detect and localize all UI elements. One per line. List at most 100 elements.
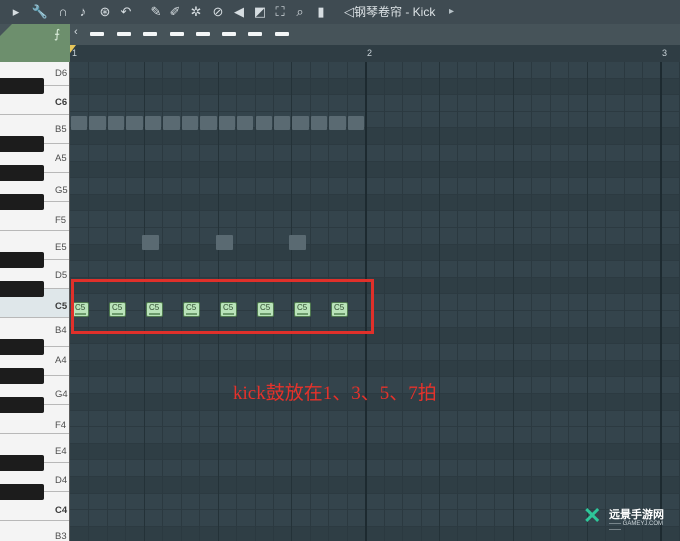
key-label: B3 (55, 531, 67, 541)
grid-line (457, 62, 459, 541)
black-key[interactable] (0, 484, 44, 501)
ruler-bar-number: 2 (367, 48, 373, 58)
pattern-dash[interactable] (196, 32, 210, 36)
grid-line (475, 62, 477, 541)
key-label: C5 (55, 301, 68, 312)
key-label: G5 (55, 185, 68, 196)
key-label: F5 (55, 215, 67, 226)
key-label: E4 (55, 446, 67, 457)
pattern-dash[interactable] (275, 32, 289, 36)
grid-line (420, 62, 422, 541)
title-menu-arrow-icon[interactable]: ▸ (449, 3, 454, 21)
pattern-dash[interactable] (117, 32, 131, 36)
black-key[interactable] (0, 165, 44, 182)
magnet-icon[interactable]: ∩ (54, 3, 72, 21)
watermark-title: 远景手游网 (609, 509, 664, 521)
key-label: B4 (55, 325, 67, 336)
black-key[interactable] (0, 368, 44, 385)
ghost-note (163, 116, 180, 130)
black-key[interactable] (0, 397, 44, 414)
ghost-note (141, 235, 159, 250)
ghost-note (89, 116, 106, 130)
ghost-note (292, 116, 309, 130)
magic-icon[interactable]: ✲ (187, 3, 205, 21)
undo-icon[interactable]: ↶ (117, 3, 135, 21)
pattern-dash[interactable] (170, 32, 184, 36)
mute-icon[interactable]: ◀ (230, 3, 248, 21)
select-icon[interactable]: ⛶ (271, 3, 289, 21)
grid-line (549, 62, 551, 541)
pattern-dash[interactable] (90, 32, 104, 36)
pattern-dash[interactable] (222, 32, 236, 36)
piano-keyboard[interactable]: D6 C6 B5 A5 G5 F5 E5 D5 C5 B4 A4 G4 F4 E4 D4 C4 B3 (0, 62, 70, 541)
toolbar: ▸ 🔧 ∩ ♪ ⊛ ↶ ✎ ✐ ✲ ⊘ ◀ ◩ ⛶ ⌕ ▮ ◁ (0, 0, 680, 25)
ghost-note (218, 116, 236, 130)
ghost-note (347, 116, 365, 130)
black-key[interactable] (0, 281, 44, 298)
pattern-dash[interactable] (248, 32, 262, 36)
key-label: C4 (55, 505, 68, 516)
grid-line (439, 62, 440, 541)
stop-circle-icon[interactable]: ⊛ (96, 3, 114, 21)
window-title: 钢琴卷帘 - Kick (354, 5, 436, 19)
grid-line (402, 62, 404, 541)
timeline-ruler[interactable]: 123 (70, 45, 680, 63)
zoom-icon[interactable]: ⌕ (291, 3, 309, 21)
grid-line (623, 62, 625, 541)
key-label: A4 (55, 355, 67, 366)
ghost-note (237, 116, 254, 130)
scroll-left-arrow-icon[interactable]: ‹ (74, 26, 78, 38)
black-key[interactable] (0, 252, 44, 269)
ghost-note (215, 235, 233, 250)
pencil-icon[interactable]: ✎ (147, 3, 165, 21)
ghost-note (289, 235, 307, 250)
key-label: D4 (55, 475, 68, 486)
black-key[interactable] (0, 78, 44, 95)
grid-line (383, 62, 385, 541)
pattern-dash[interactable] (143, 32, 157, 36)
ghost-note (126, 116, 143, 130)
grid-line (660, 62, 663, 541)
black-key[interactable] (0, 339, 44, 356)
key-label: E5 (55, 242, 67, 253)
ghost-note (329, 116, 346, 130)
grid-line (512, 62, 514, 541)
key-label: D5 (55, 270, 68, 281)
ghost-note (107, 116, 125, 130)
grid-line (531, 62, 533, 541)
note-icon[interactable]: ♪ (74, 3, 92, 21)
key-label: G4 (55, 389, 68, 400)
wrench-icon[interactable]: 🔧 (31, 3, 49, 21)
black-key[interactable] (0, 194, 44, 211)
function-icon: ⨍ (54, 27, 61, 41)
black-key[interactable] (0, 455, 44, 472)
playhead-marker[interactable] (70, 45, 76, 53)
playback-icon[interactable]: ▮ (312, 3, 330, 21)
grid-line (605, 62, 607, 541)
annotation-text: kick鼓放在1、3、5、7拍 (233, 383, 437, 404)
watermark-logo-icon: ✕ (583, 503, 602, 528)
key-label: A5 (55, 153, 67, 164)
ghost-note (310, 116, 328, 130)
ghost-note (255, 116, 272, 130)
ghost-note (71, 116, 88, 130)
grid-line (641, 62, 643, 541)
watermark-subtitle: —— GAMEYJ.COM —— (609, 521, 664, 533)
black-key[interactable] (0, 136, 44, 153)
ruler-bar-number: 3 (662, 48, 668, 58)
key-label: B5 (55, 124, 67, 135)
highlight-box (71, 279, 374, 334)
tool-tab[interactable]: ⨍ (0, 24, 70, 62)
paint-icon[interactable]: ✐ (166, 3, 184, 21)
slice-icon[interactable]: ◩ (251, 3, 269, 21)
grid-line (494, 62, 496, 541)
ghost-note (181, 116, 199, 130)
grid-line (568, 62, 570, 541)
play-triangle-icon[interactable]: ▸ (7, 3, 25, 21)
watermark: ✕ 远景手游网 —— GAMEYJ.COM —— (583, 503, 675, 534)
ghost-note (200, 116, 217, 130)
ghost-note (144, 116, 162, 130)
key-label: C6 (55, 97, 68, 108)
key-label: D6 (55, 68, 68, 79)
delete-icon[interactable]: ⊘ (209, 3, 227, 21)
